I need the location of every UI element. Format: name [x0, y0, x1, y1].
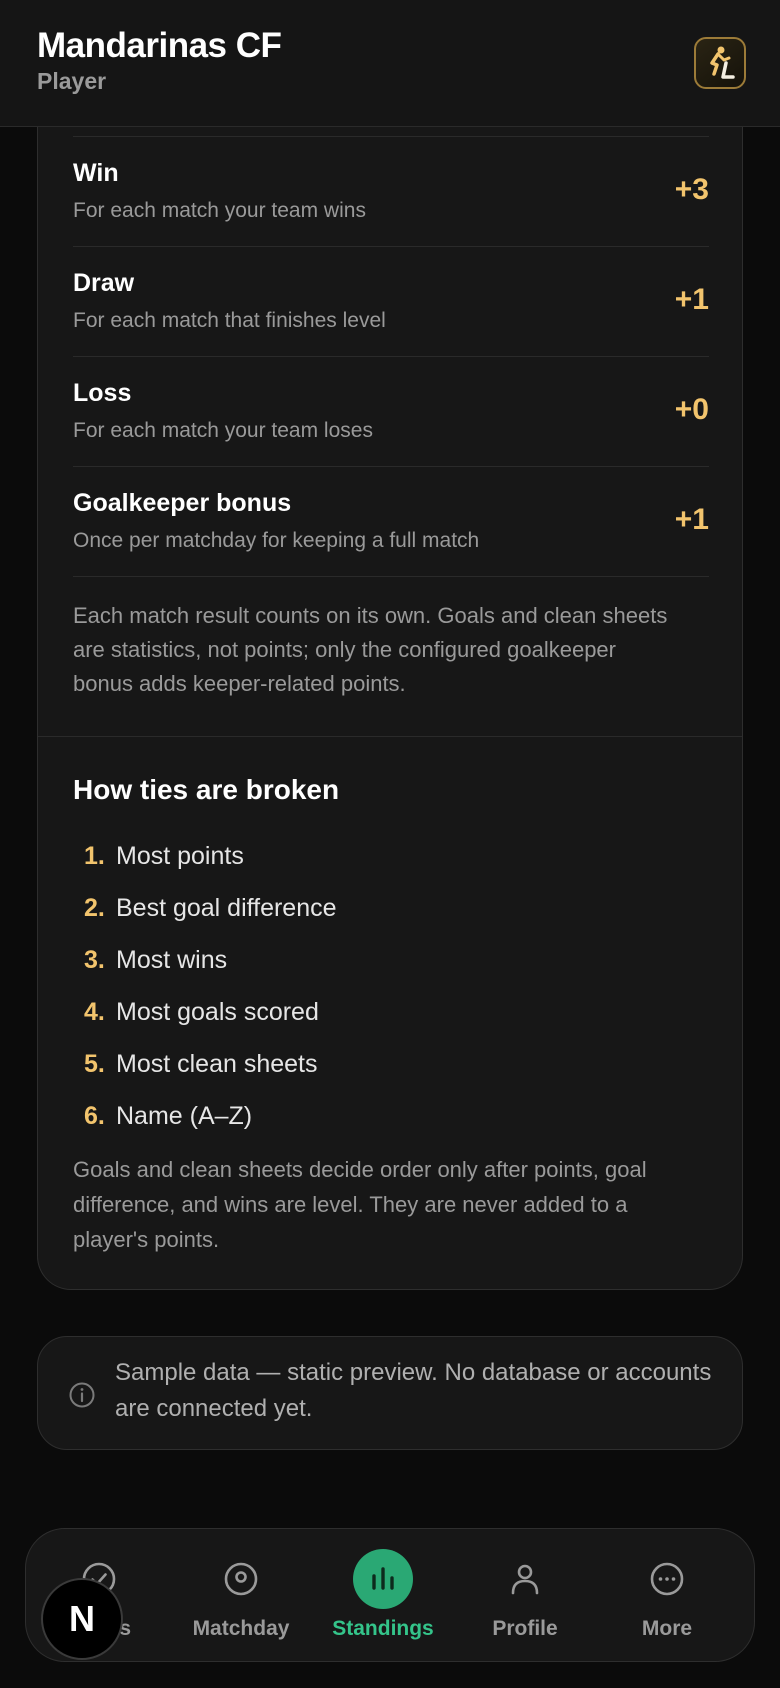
list-label: Most clean sheets [116, 1049, 318, 1078]
row-points: +0 [674, 393, 709, 426]
bottom-nav: Status Matchday Standings Profile [25, 1528, 755, 1662]
list-number: 4. [84, 997, 105, 1026]
list-item: 4. Most goals scored [84, 986, 684, 1038]
scoring-row-draw: Draw For each match that finishes level … [73, 247, 709, 357]
row-description: For each match that finishes level [73, 309, 386, 332]
row-points: +3 [674, 173, 709, 206]
scoring-row-goalkeeper-bonus: Goalkeeper bonus Once per matchday for k… [73, 467, 709, 577]
bar-chart-icon [372, 1567, 394, 1590]
scoring-row-win: Win For each match your team wins +3 [73, 137, 709, 247]
nav-label: Standings [332, 1617, 434, 1640]
ties-note: Goals and clean sheets decide order only… [73, 1157, 647, 1252]
nav-item-matchday[interactable]: Matchday [170, 1529, 312, 1663]
scoring-note: Each match result counts on its own. Goa… [73, 603, 668, 696]
banner-text: Sample data — static preview. No databas… [115, 1359, 712, 1422]
nav-item-profile[interactable]: Profile [454, 1529, 596, 1663]
runner-logo-icon [710, 46, 735, 79]
user-icon [511, 1564, 539, 1595]
nav-label: Profile [492, 1617, 558, 1640]
list-number: 5. [84, 1049, 105, 1078]
row-title: Loss [73, 379, 132, 407]
app-header: Mandarinas CF Player [0, 0, 780, 127]
ball-icon [224, 1562, 258, 1596]
scoring-row-loss: Loss For each match your team loses +0 [73, 357, 709, 467]
tiebreak-list: 1. Most points 2. Best goal difference 3. M… [84, 830, 684, 1142]
row-description: Once per matchday for keeping a full mat… [73, 529, 480, 552]
nav-item-more[interactable]: More [596, 1529, 738, 1663]
row-title: Goalkeeper bonus [73, 489, 292, 517]
row-points: +1 [674, 283, 709, 316]
list-number: 6. [84, 1101, 105, 1130]
row-description: For each match your team loses [73, 419, 373, 442]
list-label: Best goal difference [116, 893, 337, 922]
list-label: Name (A–Z) [116, 1101, 253, 1130]
scoring-rows: Win For each match your team wins +3 Dra… [73, 136, 709, 577]
nav-label: More [641, 1617, 693, 1640]
sample-data-banner: Sample data — static preview. No databas… [37, 1336, 743, 1450]
more-icon [650, 1562, 684, 1596]
list-label: Most points [116, 841, 244, 870]
info-icon [69, 1382, 95, 1408]
nav-item-standings[interactable]: Standings [312, 1529, 454, 1663]
list-item: 1. Most points [84, 830, 684, 882]
list-label: Most wins [116, 945, 228, 974]
role-subtitle: Player [37, 68, 107, 94]
list-item: 5. Most clean sheets [84, 1038, 684, 1090]
list-number: 3. [84, 945, 105, 974]
list-number: 1. [84, 841, 105, 870]
list-item: 3. Most wins [84, 934, 684, 986]
scoring-card: Win For each match your team wins +3 Dra… [37, 110, 743, 1290]
row-title: Draw [73, 269, 135, 297]
dev-tools-badge[interactable]: N [41, 1578, 123, 1660]
row-description: For each match your team wins [73, 199, 366, 222]
row-points: +1 [674, 503, 709, 536]
list-item: 6. Name (A–Z) [84, 1090, 684, 1142]
list-number: 2. [84, 893, 105, 922]
ties-heading: How ties are broken [73, 774, 340, 805]
section-divider [38, 736, 742, 737]
list-item: 2. Best goal difference [84, 882, 684, 934]
row-title: Win [73, 159, 119, 187]
app-logo[interactable] [694, 37, 746, 89]
nav-label: Matchday [192, 1617, 290, 1640]
page-title: Mandarinas CF [37, 26, 282, 65]
list-label: Most goals scored [116, 997, 319, 1026]
